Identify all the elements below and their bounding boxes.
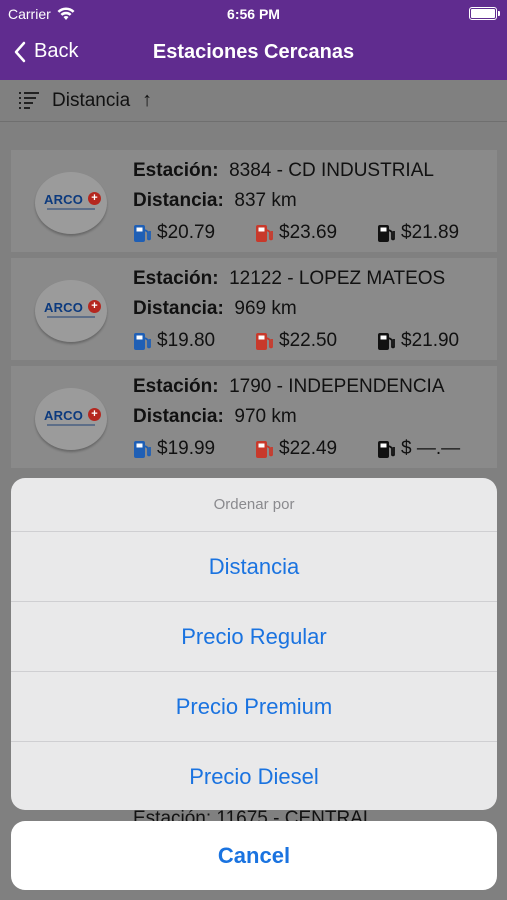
sort-list-icon	[19, 91, 39, 109]
regular-price: $19.99	[133, 438, 215, 460]
station-row: Estación: 8384 - CD INDUSTRIAL	[133, 160, 434, 182]
sort-action-sheet: Ordenar por Distancia Precio Regular Pre…	[11, 478, 497, 810]
distance-row: Distancia: 969 km	[133, 298, 297, 320]
station-card[interactable]: ARCO + Estación: 1790 - INDEPENDENCIA Dis…	[11, 366, 497, 468]
distance-label: Distancia:	[133, 190, 224, 211]
station-card[interactable]: ARCO + Estación: 12122 - LOPEZ MATEOS Dis…	[11, 258, 497, 360]
prices-row: $19.80 $22.50 $21.90	[133, 330, 493, 354]
premium-price: $23.69	[255, 222, 337, 244]
cancel-button[interactable]: Cancel	[11, 821, 497, 890]
distance-value: 969 km	[234, 298, 297, 319]
arco-logo: ARCO +	[35, 388, 107, 450]
distance-value: 837 km	[234, 190, 297, 211]
station-label: Estación:	[133, 160, 219, 181]
station-card[interactable]: ARCO + Estación: 8384 - CD INDUSTRIAL Dis…	[11, 150, 497, 252]
chevron-left-icon	[14, 41, 26, 62]
back-label: Back	[34, 40, 79, 62]
station-row: Estación: 1790 - INDEPENDENCIA	[133, 376, 445, 398]
regular-price: $19.80	[133, 330, 215, 352]
regular-price: $20.79	[133, 222, 215, 244]
station-row: Estación: 12122 - LOPEZ MATEOS	[133, 268, 445, 290]
diesel-price: $21.89	[377, 222, 459, 244]
sort-bar[interactable]: Distancia ↑	[0, 80, 507, 122]
fuel-pump-regular-icon	[134, 441, 151, 458]
station-name: 8384 - CD INDUSTRIAL	[229, 160, 434, 181]
arco-logo: ARCO +	[35, 280, 107, 342]
distance-row: Distancia: 970 km	[133, 406, 297, 428]
fuel-pump-regular-icon	[134, 225, 151, 242]
fuel-pump-premium-icon	[256, 333, 273, 350]
station-label: Estación:	[133, 268, 219, 289]
sort-option-precio-premium[interactable]: Precio Premium	[11, 672, 497, 742]
diesel-price: $21.90	[377, 330, 459, 352]
station-label: Estación:	[133, 376, 219, 397]
back-button[interactable]: Back	[14, 40, 78, 63]
premium-price: $22.50	[255, 330, 337, 352]
prices-row: $19.99 $22.49 $ —.—	[133, 438, 493, 462]
distance-label: Distancia:	[133, 298, 224, 319]
sort-option-distancia[interactable]: Distancia	[11, 532, 497, 602]
fuel-pump-diesel-icon	[378, 441, 395, 458]
fuel-pump-premium-icon	[256, 225, 273, 242]
clock: 6:56 PM	[227, 6, 280, 22]
sort-label: Distancia	[52, 89, 131, 111]
arco-logo: ARCO +	[35, 172, 107, 234]
battery-icon	[469, 7, 500, 20]
navigation-bar: Back Estaciones Cercanas	[0, 28, 507, 80]
premium-price: $22.49	[255, 438, 337, 460]
fuel-pump-regular-icon	[134, 333, 151, 350]
distance-row: Distancia: 837 km	[133, 190, 297, 212]
diesel-price: $ —.—	[377, 438, 460, 460]
status-bar: Carrier 6:56 PM	[0, 0, 507, 28]
fuel-pump-diesel-icon	[378, 225, 395, 242]
sort-direction-arrow-icon[interactable]: ↑	[142, 89, 152, 112]
station-name: 1790 - INDEPENDENCIA	[229, 376, 445, 397]
fuel-pump-premium-icon	[256, 441, 273, 458]
station-name: 12122 - LOPEZ MATEOS	[229, 268, 446, 289]
sort-option-precio-regular[interactable]: Precio Regular	[11, 602, 497, 672]
action-sheet-title: Ordenar por	[11, 478, 497, 532]
sort-option-precio-diesel[interactable]: Precio Diesel	[11, 742, 497, 810]
fuel-pump-diesel-icon	[378, 333, 395, 350]
distance-value: 970 km	[234, 406, 297, 427]
distance-label: Distancia:	[133, 406, 224, 427]
prices-row: $20.79 $23.69 $21.89	[133, 222, 493, 246]
